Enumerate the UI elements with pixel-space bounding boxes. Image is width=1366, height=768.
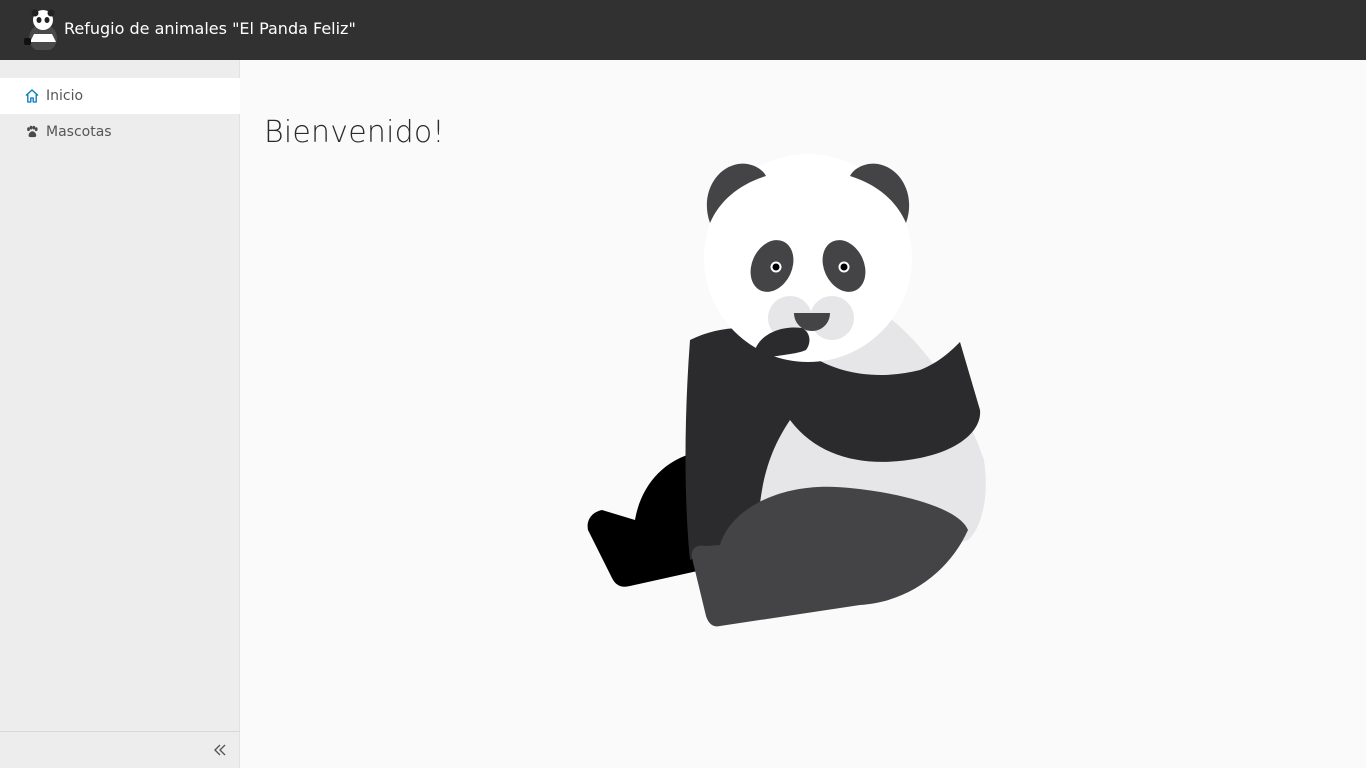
panda-logo-icon[interactable] xyxy=(22,8,62,52)
sidebar-footer xyxy=(0,731,240,768)
app-header: Refugio de animales "El Panda Feliz" xyxy=(0,0,1366,60)
app-title[interactable]: Refugio de animales "El Panda Feliz" xyxy=(64,18,356,40)
page-title: Bienvenido! xyxy=(264,115,445,150)
collapse-sidebar-button[interactable] xyxy=(210,740,230,760)
sidebar-nav: Inicio Mascotas xyxy=(0,78,240,150)
paw-icon xyxy=(24,124,40,140)
sidebar: Inicio Mascotas xyxy=(0,60,240,768)
sidebar-item-label: Inicio xyxy=(46,88,84,104)
sidebar-item-mascotas[interactable]: Mascotas xyxy=(0,114,240,150)
sidebar-item-inicio[interactable]: Inicio xyxy=(0,78,240,114)
double-chevron-left-icon xyxy=(210,744,230,764)
sidebar-item-label: Mascotas xyxy=(46,124,112,140)
main-content: Bienvenido! xyxy=(240,60,1366,768)
panda-illustration xyxy=(580,150,990,630)
home-icon xyxy=(24,88,40,104)
